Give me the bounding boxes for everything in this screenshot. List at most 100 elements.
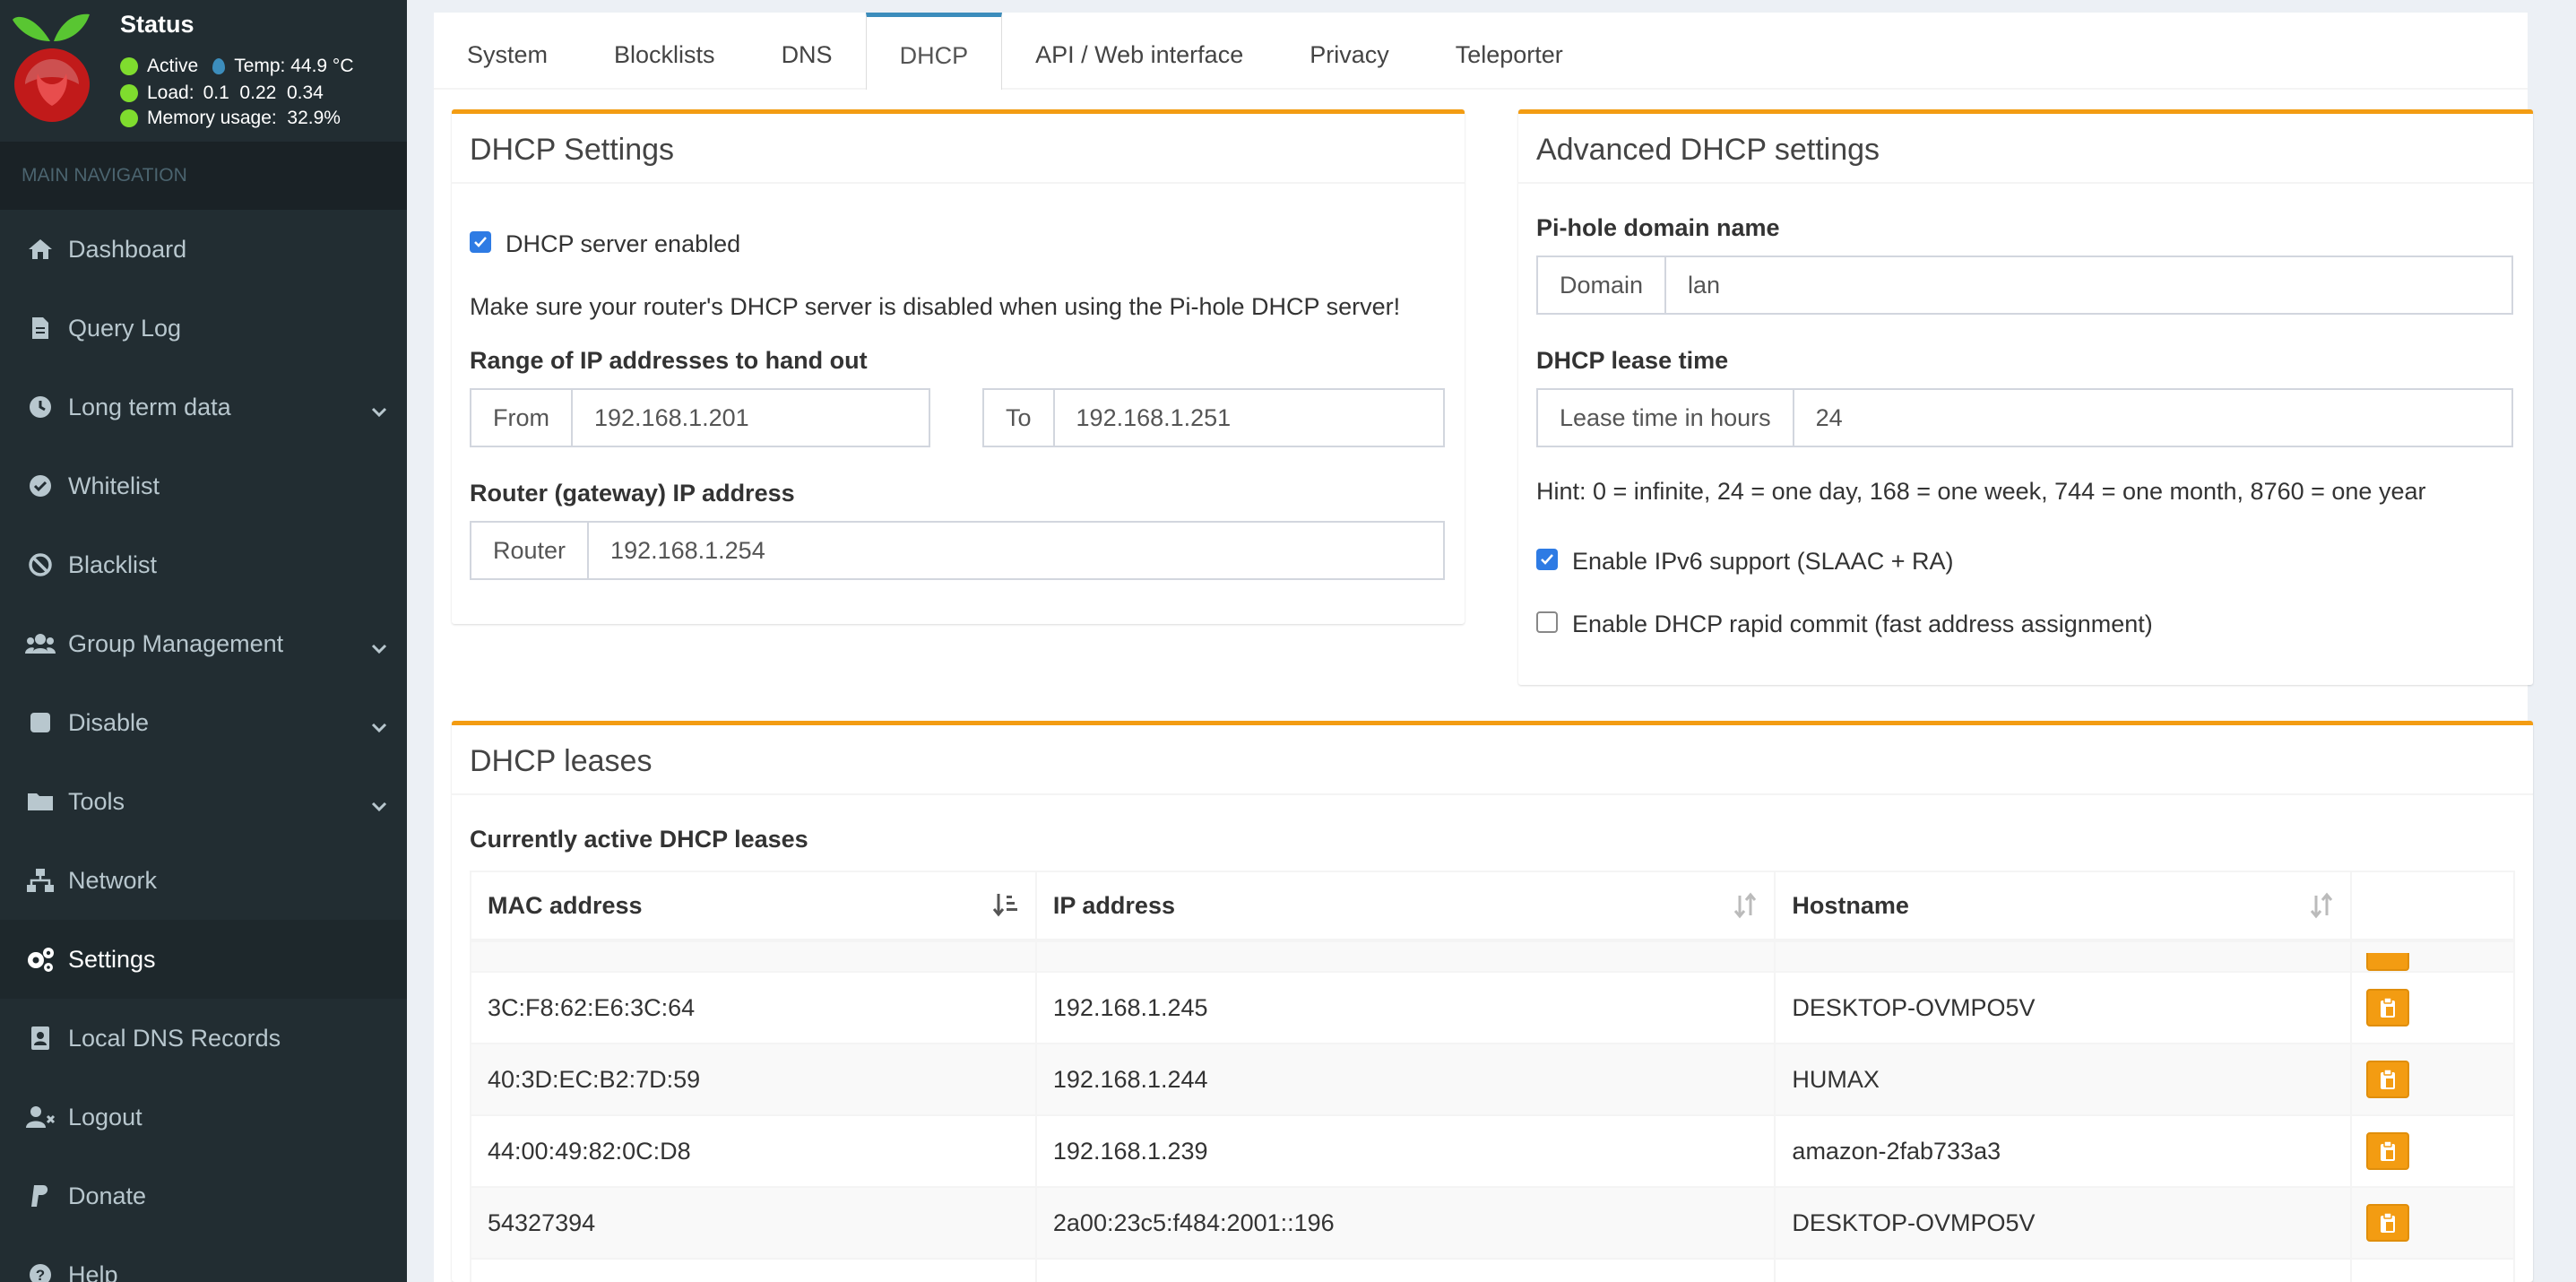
mac-cell: 44:00:49:82:0C:D8 xyxy=(471,1116,1037,1186)
nav-donate[interactable]: Donate xyxy=(0,1156,407,1235)
router-addon: Router xyxy=(471,523,590,578)
dhcp-leases-box: DHCP leases Currently active DHCP leases… xyxy=(452,721,2533,1282)
dhcp-server-enabled-label: DHCP server enabled xyxy=(506,230,741,257)
load-values: 0.1 0.22 0.34 xyxy=(203,82,324,103)
pihole-logo xyxy=(13,13,90,122)
from-addon: From xyxy=(471,390,573,446)
ipv6-checkbox[interactable] xyxy=(1536,549,1558,570)
temperature-drop-icon xyxy=(212,58,226,74)
nav-help-label: Help xyxy=(68,1260,118,1282)
nav-whitelist[interactable]: Whitelist xyxy=(0,446,407,525)
copy-to-static-button[interactable] xyxy=(2366,1061,2410,1098)
user-times-icon xyxy=(25,1102,56,1132)
to-input-group: To 192.168.1.251 xyxy=(982,388,1445,447)
nav-donate-label: Donate xyxy=(68,1182,147,1209)
nav-logout[interactable]: Logout xyxy=(0,1078,407,1156)
ip-cell: 192.168.1.239 xyxy=(1037,1116,1776,1186)
router-ip-input[interactable]: 192.168.1.254 xyxy=(589,523,1443,578)
partial-mac-cell xyxy=(471,942,1037,971)
stop-icon xyxy=(25,707,56,738)
nav-group-management[interactable]: Group Management xyxy=(0,604,407,683)
chevron-down-icon xyxy=(371,791,387,819)
checkmark-icon xyxy=(474,237,487,247)
ip-cell: 2a00:23c5:f484:2001::196 xyxy=(1037,1188,1776,1258)
domain-label: Pi-hole domain name xyxy=(1536,214,1780,241)
hostname-cell: amazon-2fab733a3 xyxy=(1776,1116,2353,1186)
from-ip-input[interactable]: 192.168.1.201 xyxy=(573,390,929,446)
tab-system[interactable]: System xyxy=(434,13,581,90)
domain-input[interactable]: lan xyxy=(1666,257,2511,313)
active-label: Active xyxy=(147,56,199,76)
nav-logout-label: Logout xyxy=(68,1103,143,1130)
table-row: 3C:F8:62:E6:3C:64 192.168.1.245 DESKTOP-… xyxy=(470,971,2515,1043)
advanced-dhcp-box: Advanced DHCP settings Pi-hole domain na… xyxy=(1518,109,2533,685)
nav-tools-label: Tools xyxy=(68,787,125,815)
nav-disable[interactable]: Disable xyxy=(0,683,407,762)
nav-network[interactable]: Network xyxy=(0,841,407,920)
nav-settings[interactable]: Settings xyxy=(0,920,407,999)
memory-label: Memory usage: 32.9% xyxy=(147,108,341,128)
tab-teleporter[interactable]: Teleporter xyxy=(1422,13,1596,90)
lease-time-input[interactable]: 24 xyxy=(1794,390,2511,446)
lease-hint-text: Hint: 0 = infinite, 24 = one day, 168 = … xyxy=(1536,478,2426,505)
domain-input-group: Domain lan xyxy=(1536,256,2513,315)
network-icon xyxy=(25,865,56,896)
nav-tools[interactable]: Tools xyxy=(0,762,407,841)
active-leases-label: Currently active DHCP leases xyxy=(470,826,808,853)
tab-dhcp[interactable]: DHCP xyxy=(865,13,1003,90)
status-load-line: Load: 0.1 0.22 0.34 xyxy=(120,82,324,104)
domain-addon: Domain xyxy=(1538,257,1667,313)
tab-api-web-interface[interactable]: API / Web interface xyxy=(1002,13,1276,90)
table-row: 54327394 2a00:23c5:f484:2001::196 DESKTO… xyxy=(470,1186,2515,1258)
nav-blacklist[interactable]: Blacklist xyxy=(0,525,407,604)
dhcp-server-enabled-checkbox[interactable] xyxy=(470,231,491,253)
question-icon: ? xyxy=(25,1260,56,1282)
checkmark-icon xyxy=(1541,554,1553,565)
clock-icon xyxy=(25,392,56,422)
copy-to-static-button[interactable] xyxy=(2366,1204,2410,1242)
tab-blocklists[interactable]: Blocklists xyxy=(581,13,748,90)
ban-icon xyxy=(25,550,56,580)
nav-query-log[interactable]: Query Log xyxy=(0,289,407,368)
col-mac-address[interactable]: MAC address xyxy=(471,872,1037,939)
rapid-commit-checkbox[interactable] xyxy=(1536,611,1558,633)
partial-bottom-host-cell xyxy=(1776,1260,2353,1282)
copy-to-static-button[interactable] xyxy=(2366,1132,2410,1170)
table-row: 40:3D:EC:B2:7D:59 192.168.1.244 HUMAX xyxy=(470,1043,2515,1114)
load-dot-icon xyxy=(120,84,138,102)
nav-long-term-data[interactable]: Long term data xyxy=(0,368,407,446)
tab-dns[interactable]: DNS xyxy=(748,13,866,90)
copy-button[interactable] xyxy=(2366,953,2410,971)
nav-help[interactable]: ? Help xyxy=(0,1235,407,1282)
lease-addon: Lease time in hours xyxy=(1538,390,1794,446)
mac-cell: 54327394 xyxy=(471,1188,1037,1258)
router-input-group: Router 192.168.1.254 xyxy=(470,521,1445,580)
action-cell xyxy=(2352,1188,2513,1258)
partial-action-cell xyxy=(2352,942,2513,971)
col-ip-address[interactable]: IP address xyxy=(1037,872,1776,939)
to-ip-input[interactable]: 192.168.1.251 xyxy=(1055,390,1443,446)
hostname-cell: DESKTOP-OVMPO5V xyxy=(1776,1188,2353,1258)
nav-local-dns-records[interactable]: Local DNS Records xyxy=(0,999,407,1078)
router-label: Router (gateway) IP address xyxy=(470,480,795,507)
status-panel: Status Active Temp: 44.9 °C Load: 0.1 0.… xyxy=(0,0,407,142)
memory-dot-icon xyxy=(120,109,138,127)
dhcp-settings-title: DHCP Settings xyxy=(452,114,1465,184)
ip-cell: 192.168.1.244 xyxy=(1037,1044,1776,1114)
status-title: Status xyxy=(120,11,194,38)
main-content: System Blocklists DNS DHCP API / Web int… xyxy=(407,0,2576,1282)
tab-privacy[interactable]: Privacy xyxy=(1276,13,1422,90)
table-row-partial xyxy=(470,940,2515,971)
leases-table-header: MAC address IP address Hostname xyxy=(470,871,2515,940)
nav-settings-label: Settings xyxy=(68,945,156,973)
active-dot-icon xyxy=(120,57,138,75)
nav-long-term-data-label: Long term data xyxy=(68,393,231,420)
file-icon xyxy=(25,313,56,343)
nav-dashboard[interactable]: Dashboard xyxy=(0,210,407,289)
copy-to-static-button[interactable] xyxy=(2366,989,2410,1026)
col-hostname[interactable]: Hostname xyxy=(1776,872,2353,939)
partial-bottom-mac-cell xyxy=(471,1260,1037,1282)
nav-blacklist-label: Blacklist xyxy=(68,550,158,578)
ip-cell: 192.168.1.245 xyxy=(1037,973,1776,1043)
partial-bottom-ip-cell xyxy=(1037,1260,1776,1282)
